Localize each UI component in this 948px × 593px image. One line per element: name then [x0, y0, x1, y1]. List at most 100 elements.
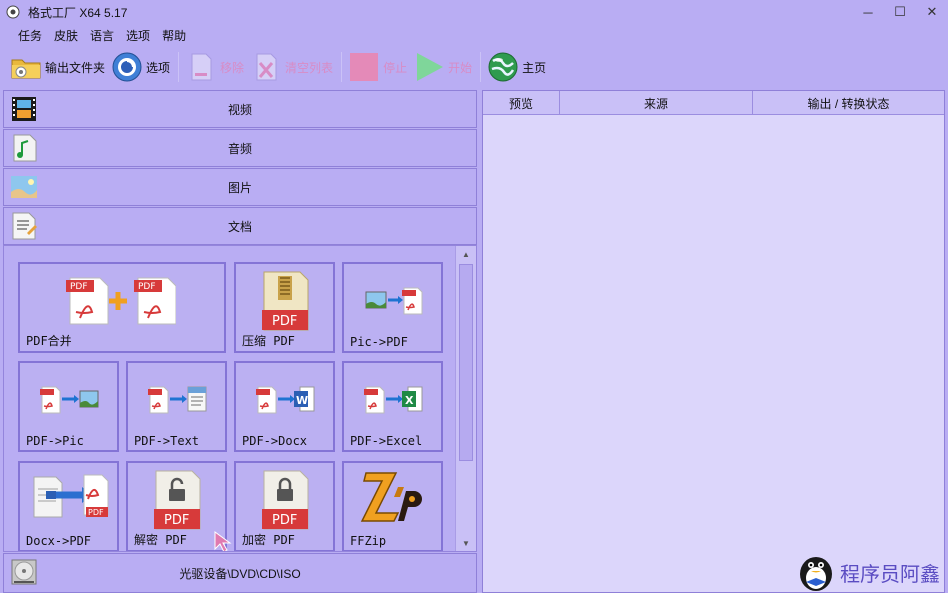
title-bar: 格式工厂 X64 5.17 ─ ☐ ✕: [0, 0, 948, 24]
svg-text:X: X: [405, 394, 414, 407]
menu-skin[interactable]: 皮肤: [48, 27, 84, 44]
tool-pdf-compress-label: 压缩 PDF: [242, 334, 295, 348]
stop-button[interactable]: 停止: [348, 50, 407, 84]
svg-text:PDF: PDF: [272, 513, 297, 528]
window-title: 格式工厂 X64 5.17: [28, 5, 128, 20]
music-note-icon: [13, 134, 37, 162]
pic-to-pdf-icon: [365, 287, 423, 315]
svg-text:PDF: PDF: [88, 508, 104, 517]
toolbar: 输出文件夹 选项 移除 清空列表 停止 开始 主页: [0, 48, 948, 86]
start-label: 开始: [448, 60, 473, 75]
tool-docx-to-pdf-label: Docx->PDF: [26, 534, 92, 548]
category-audio-label: 音频: [227, 141, 252, 156]
tool-pdf-to-docx[interactable]: W PDF->Docx: [234, 361, 335, 452]
menu-bar: 任务 皮肤 语言 选项 帮助: [0, 24, 948, 46]
docx-to-pdf-icon: PDF: [33, 474, 109, 518]
home-button[interactable]: 主页: [487, 50, 546, 84]
scroll-down-icon[interactable]: ▼: [456, 535, 476, 551]
tool-pdf-to-excel[interactable]: X PDF->Excel: [342, 361, 443, 452]
tool-pdf-compress[interactable]: PDF 压缩 PDF: [234, 262, 335, 353]
start-button[interactable]: 开始: [413, 50, 472, 84]
toolbar-separator: [480, 52, 482, 82]
penguin-logo-icon: [800, 557, 832, 591]
scroll-up-icon[interactable]: ▲: [456, 246, 476, 262]
tool-pdf-to-docx-label: PDF->Docx: [242, 434, 308, 448]
play-icon: [417, 53, 444, 81]
ffzip-icon: [360, 472, 422, 522]
remove-button[interactable]: 移除: [185, 50, 244, 84]
picture-icon: [11, 176, 37, 198]
scrollbar-thumb[interactable]: [459, 264, 473, 461]
category-document-label: 文档: [227, 219, 252, 234]
tool-pic-to-pdf-label: Pic->PDF: [350, 335, 408, 349]
minimize-button[interactable]: ─: [852, 0, 884, 24]
globe-icon: [488, 52, 518, 82]
tool-pdf-decrypt-label: 解密 PDF: [134, 533, 187, 547]
tool-pdf-merge[interactable]: PDF PDF PDF合并: [18, 262, 226, 353]
menu-task[interactable]: 任务: [12, 27, 48, 44]
category-audio[interactable]: 音频: [3, 129, 477, 167]
app-logo-icon: [6, 5, 20, 19]
tool-pdf-to-excel-label: PDF->Excel: [350, 434, 423, 448]
tool-pdf-merge-label: PDF合并: [26, 334, 72, 348]
svg-text:PDF: PDF: [70, 282, 88, 292]
tool-pdf-to-pic[interactable]: PDF->Pic: [18, 361, 119, 452]
tool-pdf-decrypt[interactable]: PDF 解密 PDF: [126, 461, 227, 551]
pdf-to-docx-icon: W: [256, 386, 315, 414]
remove-doc-icon: [191, 53, 212, 81]
output-folder-label: 输出文件夹: [45, 60, 106, 75]
svg-text:PDF: PDF: [272, 314, 297, 329]
menu-language[interactable]: 语言: [84, 27, 120, 44]
tool-docx-to-pdf[interactable]: PDF Docx->PDF: [18, 461, 119, 551]
category-disc[interactable]: 光驱设备\DVD\CD\ISO: [3, 553, 477, 593]
toolbar-separator: [178, 52, 180, 82]
category-video[interactable]: 视频: [3, 90, 477, 128]
folder-icon: [11, 59, 41, 79]
column-preview[interactable]: 预览: [483, 91, 560, 115]
document-icon: [12, 212, 37, 240]
optical-drive-icon: [11, 559, 37, 585]
category-picture[interactable]: 图片: [3, 168, 477, 206]
menu-help[interactable]: 帮助: [156, 27, 192, 44]
watermark-text: 程序员阿鑫: [840, 561, 940, 586]
menu-options[interactable]: 选项: [120, 27, 156, 44]
tool-pdf-encrypt[interactable]: PDF 加密 PDF: [234, 461, 335, 551]
pdf-merge-icon: PDF PDF: [66, 277, 176, 325]
close-button[interactable]: ✕: [916, 0, 948, 24]
document-tools-grid: PDF PDF PDF合并 PDF 压缩 PDF Pic->PDF PDF->P…: [3, 245, 477, 552]
remove-label: 移除: [220, 60, 245, 75]
category-document[interactable]: 文档: [3, 207, 477, 245]
pdf-to-pic-icon: [40, 386, 99, 414]
home-label: 主页: [522, 60, 547, 75]
tool-pdf-to-text[interactable]: PDF->Text: [126, 361, 227, 452]
pdf-decrypt-icon: PDF: [154, 470, 201, 530]
task-table-header: 预览 来源 输出 / 转换状态: [483, 91, 944, 115]
tool-ffzip-label: FFZip: [350, 534, 387, 548]
options-label: 选项: [146, 60, 171, 75]
pdf-encrypt-icon: PDF: [262, 470, 309, 530]
clear-list-button[interactable]: 清空列表: [250, 50, 333, 84]
tools-scrollbar[interactable]: ▲ ▼: [455, 246, 476, 551]
tool-ffzip[interactable]: FFZip: [342, 461, 443, 551]
options-button[interactable]: 选项: [111, 50, 170, 84]
film-icon: [12, 97, 36, 121]
tool-pdf-to-pic-label: PDF->Pic: [26, 434, 84, 448]
tool-pdf-encrypt-label: 加密 PDF: [242, 533, 295, 547]
maximize-button[interactable]: ☐: [884, 0, 916, 24]
category-video-label: 视频: [227, 102, 252, 117]
column-output-status[interactable]: 输出 / 转换状态: [753, 91, 944, 115]
stop-icon: [350, 53, 379, 81]
mouse-cursor-icon: [214, 531, 232, 551]
watermark: 程序员阿鑫: [796, 552, 940, 592]
column-source[interactable]: 来源: [560, 91, 753, 115]
pdf-to-excel-icon: X: [364, 386, 423, 414]
clear-list-icon: [256, 53, 277, 81]
tool-pdf-to-text-label: PDF->Text: [134, 434, 200, 448]
task-list-panel: 预览 来源 输出 / 转换状态: [482, 90, 945, 593]
output-folder-button[interactable]: 输出文件夹: [10, 50, 105, 84]
category-disc-label: 光驱设备\DVD\CD\ISO: [179, 566, 301, 581]
tool-pic-to-pdf[interactable]: Pic->PDF: [342, 262, 443, 353]
clear-list-label: 清空列表: [285, 60, 334, 75]
svg-text:PDF: PDF: [164, 513, 189, 528]
category-panel: 视频 音频 图片 文档 PDF PDF PDF合并 PDF 压缩 PDF Pic…: [3, 90, 477, 593]
